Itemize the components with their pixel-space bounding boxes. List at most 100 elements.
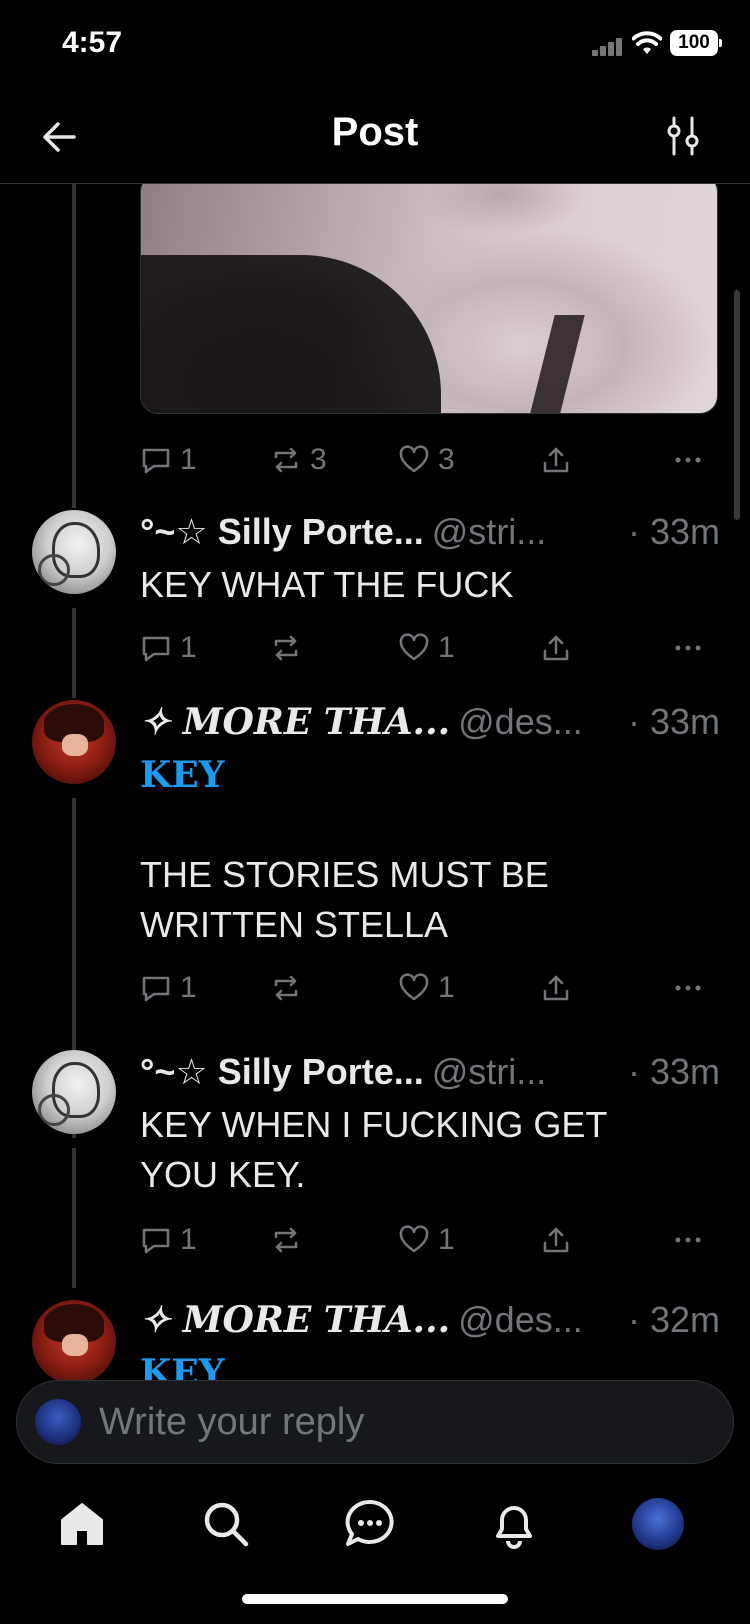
share-button[interactable]: [540, 968, 572, 1008]
post-media-image[interactable]: [140, 184, 718, 414]
chat-bubble-icon: [345, 1499, 394, 1546]
thread-line: [72, 608, 76, 698]
reply-composer[interactable]: Write your reply: [16, 1380, 734, 1464]
more-button[interactable]: [672, 1220, 704, 1260]
top-nav: Post: [0, 90, 750, 184]
like-count: 3: [438, 443, 455, 476]
reply-icon: [142, 448, 170, 474]
share-button[interactable]: [540, 440, 572, 480]
more-button[interactable]: [672, 440, 704, 480]
tweet-text: THE STORIES MUST BE WRITTEN STELLA: [140, 854, 549, 945]
bell-icon: [496, 1506, 532, 1549]
avatar[interactable]: [32, 1050, 116, 1134]
avatar[interactable]: [32, 1300, 116, 1380]
repost-icon: [274, 447, 298, 473]
repost-icon: [274, 975, 298, 1001]
repost-button[interactable]: [270, 628, 302, 668]
reply-button[interactable]: 1: [140, 440, 197, 480]
like-button[interactable]: 1: [398, 628, 455, 668]
thread-line: [72, 1148, 76, 1288]
more-dots-icon: [675, 985, 701, 991]
tab-notifications[interactable]: [486, 1496, 542, 1552]
repost-button[interactable]: 3: [270, 440, 327, 480]
heart-icon: [399, 633, 429, 661]
post-actions: 1 1: [140, 628, 720, 668]
tab-messages[interactable]: [342, 1496, 398, 1552]
avatar[interactable]: [32, 510, 116, 594]
more-dots-icon: [675, 645, 701, 651]
post-actions: 1 1: [140, 968, 720, 1008]
reply-count: 1: [180, 443, 197, 476]
repost-icon: [274, 1227, 298, 1253]
repost-button[interactable]: [270, 1220, 302, 1260]
page-title: Post: [331, 110, 419, 154]
reply-input[interactable]: Write your reply: [99, 1399, 364, 1445]
tab-search[interactable]: [198, 1496, 254, 1552]
reply-button[interactable]: 1: [140, 968, 197, 1008]
display-name[interactable]: °~☆ Silly Porte...: [140, 1051, 424, 1092]
like-button[interactable]: 3: [398, 440, 455, 480]
reply-button[interactable]: 1: [140, 628, 197, 668]
heart-icon: [399, 1225, 429, 1253]
home-indicator: [242, 1594, 508, 1604]
share-icon: [543, 635, 569, 661]
reply-count: 1: [180, 1223, 197, 1256]
timestamp: · 33m: [619, 508, 720, 556]
user-handle[interactable]: @des...: [458, 1299, 583, 1340]
mention-link[interactable]: 𝐊𝐄𝐘: [140, 1348, 720, 1380]
display-name[interactable]: °~☆ Silly Porte...: [140, 511, 424, 552]
battery-icon: 100: [670, 30, 722, 56]
share-icon: [543, 975, 569, 1001]
user-handle[interactable]: @des...: [458, 701, 583, 742]
share-button[interactable]: [540, 628, 572, 668]
like-count: 1: [438, 971, 455, 1004]
display-name[interactable]: ✧ 𝑴𝑶𝑹𝑬 𝑻𝑯𝑨...: [140, 701, 450, 743]
reply-count: 1: [180, 971, 197, 1004]
like-count: 1: [438, 631, 455, 664]
more-button[interactable]: [672, 628, 704, 668]
more-button[interactable]: [672, 968, 704, 1008]
wifi-icon: [632, 31, 662, 54]
heart-icon: [399, 973, 429, 1001]
timestamp: · 33m: [619, 698, 720, 746]
like-button[interactable]: 1: [398, 968, 455, 1008]
like-button[interactable]: 1: [398, 1220, 455, 1260]
post-actions: 1 3 3: [140, 440, 720, 480]
post-actions: 1 1: [140, 1220, 720, 1260]
display-name[interactable]: ✧ 𝑴𝑶𝑹𝑬 𝑻𝑯𝑨...: [140, 1299, 450, 1341]
avatar[interactable]: [32, 700, 116, 784]
home-icon: [61, 1503, 103, 1545]
tab-home[interactable]: [54, 1496, 110, 1552]
tweet-header: °~☆ Silly Porte... @stri... · 33m: [140, 1048, 720, 1096]
heart-icon: [399, 445, 429, 473]
filter-settings-icon[interactable]: [664, 114, 702, 158]
repost-count: 3: [310, 443, 327, 476]
more-dots-icon: [675, 1237, 701, 1243]
share-icon: [543, 1227, 569, 1253]
thread-feed[interactable]: 1 3 3 °~☆ Silly Porte... @stri... · 33m K…: [0, 184, 750, 1380]
reply-button[interactable]: 1: [140, 1220, 197, 1260]
scrollbar[interactable]: [734, 290, 740, 520]
tweet-header: ✧ 𝑴𝑶𝑹𝑬 𝑻𝑯𝑨... @des... · 33m: [140, 698, 720, 746]
status-bar: 4:57 100: [0, 0, 750, 90]
share-icon: [543, 447, 569, 473]
thread-line: [72, 184, 76, 508]
tab-profile-avatar[interactable]: [632, 1498, 684, 1550]
repost-button[interactable]: [270, 968, 302, 1008]
tweet-header: ✧ 𝑴𝑶𝑹𝑬 𝑻𝑯𝑨... @des... · 32m: [140, 1296, 720, 1344]
like-count: 1: [438, 1223, 455, 1256]
tweet-text: KEY WHEN I FUCKING GET YOU KEY.: [140, 1104, 607, 1195]
reply-icon: [142, 1228, 170, 1254]
search-icon: [204, 1502, 249, 1547]
mention-link[interactable]: 𝐊𝐄𝐘: [140, 750, 720, 800]
tweet-text: KEY WHAT THE FUCK: [140, 564, 514, 605]
repost-icon: [274, 635, 298, 661]
user-handle[interactable]: @stri...: [432, 1051, 547, 1092]
more-dots-icon: [675, 457, 701, 463]
status-time: 4:57: [62, 26, 123, 59]
avatar: [35, 1399, 81, 1445]
user-handle[interactable]: @stri...: [432, 511, 547, 552]
timestamp: · 32m: [619, 1296, 720, 1344]
share-button[interactable]: [540, 1220, 572, 1260]
cellular-signal-icon: [592, 36, 624, 56]
